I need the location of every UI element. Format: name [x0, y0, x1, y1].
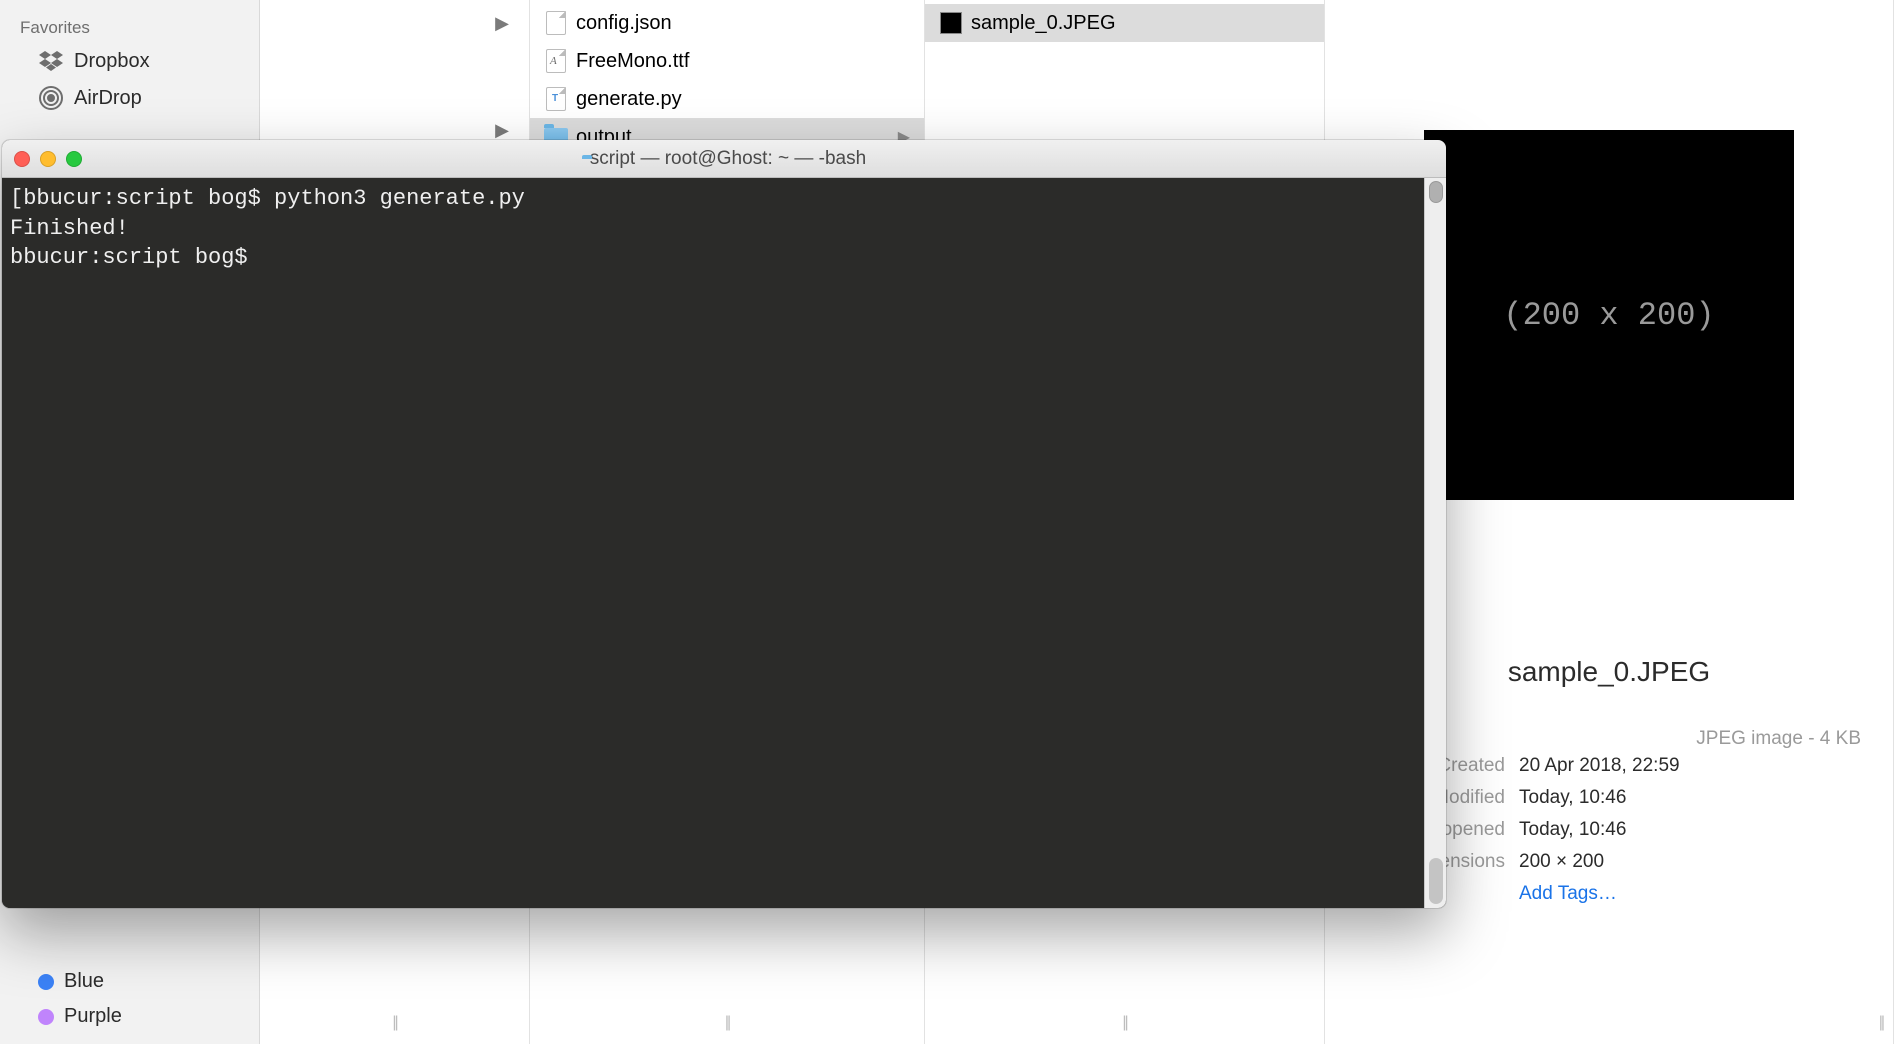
tag-dot-icon	[38, 974, 54, 990]
terminal-titlebar[interactable]: script — root@Ghost: ~ — -bash	[2, 140, 1446, 178]
sidebar-item-label: AirDrop	[74, 87, 142, 110]
window-controls	[14, 151, 82, 167]
python-file-icon: T	[544, 86, 568, 112]
column-resize-handle[interactable]: ||	[1122, 1014, 1126, 1032]
meta-value: 200 × 200	[1519, 851, 1604, 873]
sidebar-item-label: Dropbox	[74, 50, 150, 73]
file-name: FreeMono.ttf	[576, 50, 689, 73]
file-name: generate.py	[576, 88, 682, 111]
terminal-body: [bbucur:script bog$ python3 generate.py …	[2, 178, 1446, 908]
scroll-indicator-icon	[1429, 181, 1443, 203]
minimize-icon[interactable]	[40, 151, 56, 167]
sidebar-tag-label: Purple	[64, 1005, 122, 1028]
terminal-output[interactable]: [bbucur:script bog$ python3 generate.py …	[2, 178, 1424, 908]
add-tags-link[interactable]: Add Tags…	[1519, 883, 1617, 905]
meta-value: Today, 10:46	[1519, 819, 1626, 841]
image-thumb-icon	[939, 10, 963, 36]
file-row-sample0[interactable]: sample_0.JPEG	[925, 4, 1324, 42]
tag-dot-icon	[38, 1009, 54, 1025]
terminal-title-text: script — root@Ghost: ~ — -bash	[590, 148, 866, 170]
close-icon[interactable]	[14, 151, 30, 167]
sidebar-tag-purple[interactable]: Purple	[0, 999, 259, 1034]
terminal-title: script — root@Ghost: ~ — -bash	[2, 148, 1446, 170]
dropbox-icon	[38, 51, 64, 73]
column-resize-handle[interactable]: ||	[725, 1014, 729, 1032]
sidebar-tag-label: Blue	[64, 970, 104, 993]
terminal-scrollbar[interactable]	[1424, 178, 1446, 908]
chevron-right-icon: ▶	[495, 13, 509, 34]
sidebar-section-favorites: Favorites	[0, 14, 259, 44]
font-file-icon: A	[544, 48, 568, 74]
scroll-thumb[interactable]	[1429, 858, 1443, 904]
file-name: sample_0.JPEG	[971, 12, 1116, 35]
zoom-icon[interactable]	[66, 151, 82, 167]
document-icon	[544, 10, 568, 36]
airdrop-icon	[38, 85, 64, 111]
sidebar-tags: Blue Purple	[0, 964, 259, 1044]
sidebar-tag-blue[interactable]: Blue	[0, 964, 259, 999]
chevron-right-icon: ▶	[495, 120, 509, 141]
column-resize-handle[interactable]: ||	[1879, 1014, 1883, 1032]
preview-image[interactable]: (200 x 200)	[1424, 130, 1794, 500]
file-row-freemono[interactable]: A FreeMono.ttf	[530, 42, 924, 80]
meta-value: Today, 10:46	[1519, 787, 1626, 809]
meta-value: 20 Apr 2018, 22:59	[1519, 755, 1680, 777]
file-name: config.json	[576, 12, 672, 35]
column-resize-handle[interactable]: ||	[392, 1014, 396, 1032]
file-row-config[interactable]: config.json	[530, 4, 924, 42]
sidebar-item-dropbox[interactable]: Dropbox	[0, 44, 259, 79]
terminal-window[interactable]: script — root@Ghost: ~ — -bash [bbucur:s…	[2, 140, 1446, 908]
sidebar-item-airdrop[interactable]: AirDrop	[0, 79, 259, 117]
preview-image-text: (200 x 200)	[1503, 297, 1714, 334]
preview-filename: sample_0.JPEG	[1508, 656, 1710, 688]
file-row-generate[interactable]: T generate.py	[530, 80, 924, 118]
